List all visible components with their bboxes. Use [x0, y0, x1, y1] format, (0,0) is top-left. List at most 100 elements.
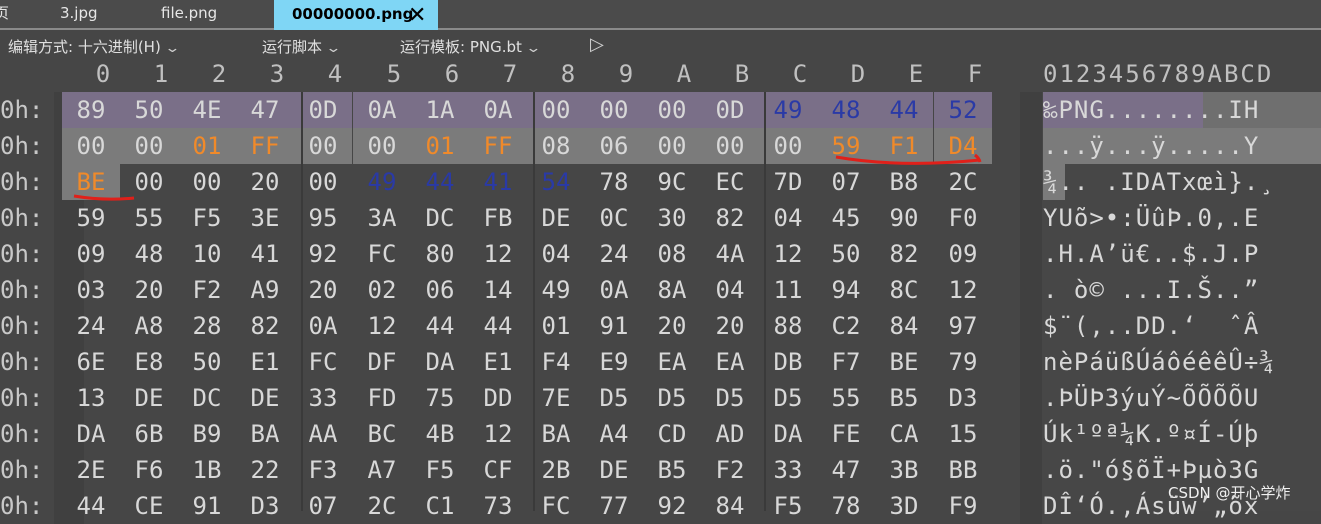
hex-byte[interactable]: A8: [120, 308, 178, 344]
ascii-text[interactable]: ¾.. .IDATxœì}.¸: [1043, 164, 1321, 200]
hex-byte[interactable]: 1B: [178, 452, 236, 488]
tab-0[interactable]: 页: [0, 0, 9, 28]
hex-byte[interactable]: CA: [875, 416, 933, 452]
hex-byte[interactable]: 77: [585, 488, 643, 524]
hex-byte[interactable]: 00: [120, 128, 178, 164]
hex-byte[interactable]: 00: [120, 164, 178, 200]
hex-byte[interactable]: FF: [236, 128, 294, 164]
hex-byte[interactable]: FC: [527, 488, 585, 524]
hex-byte[interactable]: 50: [817, 236, 875, 272]
hex-byte[interactable]: 09: [934, 236, 992, 272]
hex-byte[interactable]: 04: [527, 236, 585, 272]
hex-byte[interactable]: DC: [178, 380, 236, 416]
hex-byte[interactable]: F5: [759, 488, 817, 524]
hex-byte[interactable]: F2: [701, 452, 759, 488]
hex-byte[interactable]: D3: [934, 380, 992, 416]
hex-byte[interactable]: 78: [817, 488, 875, 524]
hex-byte[interactable]: BA: [527, 416, 585, 452]
hex-byte[interactable]: 00: [759, 128, 817, 164]
hex-byte[interactable]: 82: [236, 308, 294, 344]
hex-byte[interactable]: 20: [701, 308, 759, 344]
hex-byte[interactable]: DC: [411, 200, 469, 236]
hex-byte[interactable]: 55: [120, 200, 178, 236]
hex-byte[interactable]: 02: [353, 272, 411, 308]
hex-byte[interactable]: 2C: [934, 164, 992, 200]
hex-byte[interactable]: 75: [411, 380, 469, 416]
hex-byte[interactable]: 55: [817, 380, 875, 416]
hex-byte[interactable]: 20: [236, 164, 294, 200]
hex-byte[interactable]: BC: [353, 416, 411, 452]
hex-byte[interactable]: 12: [934, 272, 992, 308]
hex-byte[interactable]: B8: [875, 164, 933, 200]
hex-byte[interactable]: AD: [701, 416, 759, 452]
hex-byte[interactable]: 80: [411, 236, 469, 272]
hex-byte[interactable]: B5: [875, 380, 933, 416]
hex-byte[interactable]: 4A: [701, 236, 759, 272]
hex-byte[interactable]: F9: [934, 488, 992, 524]
ascii-text[interactable]: ‰PNG........IH: [1043, 92, 1321, 128]
hex-byte[interactable]: 24: [62, 308, 120, 344]
hex-byte[interactable]: 2E: [62, 452, 120, 488]
hex-byte[interactable]: 84: [875, 308, 933, 344]
hex-byte[interactable]: E9: [585, 344, 643, 380]
hex-byte[interactable]: 79: [934, 344, 992, 380]
hex-byte[interactable]: BA: [236, 416, 294, 452]
hex-byte[interactable]: F5: [178, 200, 236, 236]
hex-byte[interactable]: 24: [585, 236, 643, 272]
hex-byte[interactable]: 50: [120, 92, 178, 128]
hex-byte[interactable]: 47: [817, 452, 875, 488]
hex-byte[interactable]: 00: [585, 92, 643, 128]
hex-byte[interactable]: CD: [643, 416, 701, 452]
hex-byte[interactable]: E1: [469, 344, 527, 380]
hex-byte[interactable]: 82: [701, 200, 759, 236]
hex-byte[interactable]: 44: [875, 92, 933, 128]
hex-byte[interactable]: D5: [643, 380, 701, 416]
hex-byte[interactable]: 3B: [875, 452, 933, 488]
ascii-text[interactable]: $¨(‚..DD.‘ ˆÂ: [1043, 308, 1321, 344]
play-icon[interactable]: ▷: [590, 34, 604, 55]
hex-byte[interactable]: 48: [120, 236, 178, 272]
hex-byte[interactable]: 78: [585, 164, 643, 200]
hex-byte[interactable]: 84: [701, 488, 759, 524]
hex-byte[interactable]: 30: [643, 200, 701, 236]
hex-byte[interactable]: 9C: [643, 164, 701, 200]
hex-byte[interactable]: A4: [585, 416, 643, 452]
hex-byte[interactable]: 13: [62, 380, 120, 416]
hex-byte[interactable]: 45: [817, 200, 875, 236]
hex-byte[interactable]: 0C: [585, 200, 643, 236]
hex-byte[interactable]: 7D: [759, 164, 817, 200]
hex-byte[interactable]: 50: [178, 344, 236, 380]
hex-byte[interactable]: F4: [527, 344, 585, 380]
hex-byte[interactable]: FD: [353, 380, 411, 416]
ascii-text[interactable]: . ò© ...I.Š..”: [1043, 272, 1321, 308]
hex-byte[interactable]: 12: [469, 236, 527, 272]
hex-byte[interactable]: 6E: [62, 344, 120, 380]
hex-byte[interactable]: 10: [178, 236, 236, 272]
hex-byte[interactable]: 4B: [411, 416, 469, 452]
hex-byte[interactable]: 3E: [236, 200, 294, 236]
ascii-text[interactable]: DÎ‘Ó.,Ásüw’„õx: [1043, 488, 1321, 524]
ascii-text[interactable]: nèPáüßÚáôéêêÛ÷¾: [1043, 344, 1321, 380]
hex-byte[interactable]: 01: [411, 128, 469, 164]
hex-byte[interactable]: 12: [759, 236, 817, 272]
hex-byte[interactable]: DE: [527, 200, 585, 236]
hex-byte[interactable]: 8C: [875, 272, 933, 308]
close-icon[interactable]: ✕: [408, 2, 426, 30]
hex-byte[interactable]: FF: [469, 128, 527, 164]
hex-byte[interactable]: 0D: [701, 92, 759, 128]
edit-mode-dropdown[interactable]: 编辑方式: 十六进制(H) ⌄: [8, 36, 180, 57]
hex-byte[interactable]: 00: [353, 128, 411, 164]
hex-byte[interactable]: 6B: [120, 416, 178, 452]
hex-byte[interactable]: 0A: [469, 92, 527, 128]
hex-byte[interactable]: DD: [469, 380, 527, 416]
hex-byte[interactable]: D5: [759, 380, 817, 416]
hex-byte[interactable]: FE: [817, 416, 875, 452]
hex-byte[interactable]: 01: [527, 308, 585, 344]
hex-byte[interactable]: 28: [178, 308, 236, 344]
hex-byte[interactable]: F7: [817, 344, 875, 380]
hex-byte[interactable]: 01: [178, 128, 236, 164]
hex-byte[interactable]: 12: [469, 416, 527, 452]
hex-byte[interactable]: 0A: [585, 272, 643, 308]
hex-byte[interactable]: F5: [411, 452, 469, 488]
hex-byte[interactable]: 52: [934, 92, 992, 128]
